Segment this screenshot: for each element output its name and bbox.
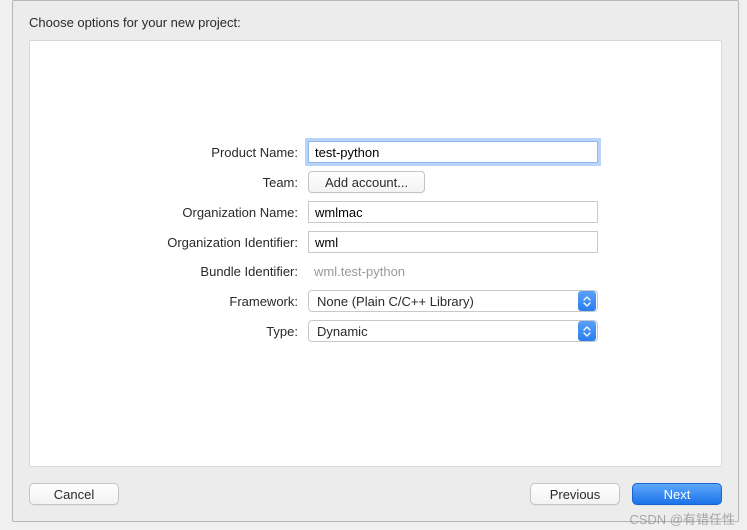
label-product-name: Product Name: xyxy=(70,145,308,160)
label-framework: Framework: xyxy=(70,294,308,309)
dialog-title: Choose options for your new project: xyxy=(29,15,241,30)
row-org-name: Organization Name: xyxy=(70,201,681,223)
dialog-header: Choose options for your new project: xyxy=(13,1,738,40)
row-bundle-identifier: Bundle Identifier: wml.test-python xyxy=(70,261,681,282)
label-team: Team: xyxy=(70,175,308,190)
type-select-value: Dynamic xyxy=(309,324,578,339)
row-framework: Framework: None (Plain C/C++ Library) xyxy=(70,290,681,312)
label-org-identifier: Organization Identifier: xyxy=(70,235,308,250)
type-select[interactable]: Dynamic xyxy=(308,320,598,342)
new-project-options-dialog: Choose options for your new project: Pro… xyxy=(12,0,739,522)
form-panel: Product Name: Team: Add account... Organ… xyxy=(29,40,722,467)
row-product-name: Product Name: xyxy=(70,141,681,163)
product-name-input[interactable] xyxy=(308,141,598,163)
row-team: Team: Add account... xyxy=(70,171,681,193)
label-bundle-identifier: Bundle Identifier: xyxy=(70,264,308,279)
previous-button[interactable]: Previous xyxy=(530,483,620,505)
label-org-name: Organization Name: xyxy=(70,205,308,220)
org-name-input[interactable] xyxy=(308,201,598,223)
org-identifier-input[interactable] xyxy=(308,231,598,253)
cancel-button[interactable]: Cancel xyxy=(29,483,119,505)
updown-arrows-icon xyxy=(578,321,596,341)
bundle-identifier-value: wml.test-python xyxy=(308,261,598,282)
dialog-footer: Cancel Previous Next xyxy=(13,475,738,521)
label-type: Type: xyxy=(70,324,308,339)
framework-select[interactable]: None (Plain C/C++ Library) xyxy=(308,290,598,312)
add-account-button[interactable]: Add account... xyxy=(308,171,425,193)
framework-select-value: None (Plain C/C++ Library) xyxy=(309,294,578,309)
updown-arrows-icon xyxy=(578,291,596,311)
row-org-identifier: Organization Identifier: xyxy=(70,231,681,253)
row-type: Type: Dynamic xyxy=(70,320,681,342)
next-button[interactable]: Next xyxy=(632,483,722,505)
